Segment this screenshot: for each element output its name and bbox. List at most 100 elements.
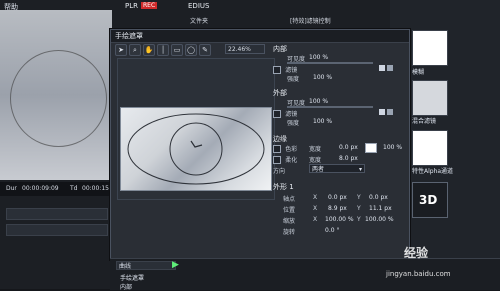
dialog-titlebar: 手绘遮罩 <box>111 30 409 43</box>
edge-color-swatch[interactable] <box>365 143 377 153</box>
mask-properties: 内部 可见度 100 % 滤镜 强度 100 % 外部 可见度 100 % 滤镜… <box>273 44 407 254</box>
timeline-track-1[interactable]: 手绘遮罩 <box>120 273 144 282</box>
timeline-mode[interactable]: 曲线 <box>116 261 176 270</box>
position-y-value[interactable]: 11.1 px <box>369 205 392 212</box>
td-label: Td <box>70 185 78 192</box>
watermark-brand: 经验 <box>404 246 429 260</box>
left-controls <box>0 200 112 260</box>
inner-strength-value[interactable]: 100 % <box>313 74 332 81</box>
edge-width-label: 宽度 <box>309 146 322 153</box>
mask-toolbar: ➤ ⌕ ✋ │ ▭ ◯ ✎ 22.46% <box>115 44 270 56</box>
chevron-down-icon: ▾ <box>358 166 362 173</box>
scale-x-value[interactable]: 100.00 % <box>325 216 354 223</box>
watermark-site: jingyan.baidu.com <box>386 270 451 278</box>
rotate-label: 旋转 <box>283 229 296 236</box>
left-timecode-bar: Dur 00:00:09:09 Td 00:00:15 <box>0 182 112 196</box>
edge-soften-row: 柔化 <box>273 155 297 164</box>
edge-soften-width-label: 宽度 <box>309 157 322 164</box>
outer-filter-row: 滤镜 <box>273 109 297 118</box>
blur-effect-thumb[interactable] <box>412 30 448 66</box>
scale-y-label: Y <box>357 216 361 223</box>
rec-badge: REC <box>141 2 158 9</box>
mix-filter-label: 混合滤镜 <box>412 118 437 125</box>
scale-x-label: X <box>313 216 318 223</box>
hand-tool-icon[interactable]: ✋ <box>143 44 155 56</box>
position-label: 位置 <box>283 207 296 214</box>
outer-folder-icon[interactable] <box>379 109 385 115</box>
outer-strength-value[interactable]: 100 % <box>313 118 332 125</box>
scale-y-value[interactable]: 100.00 % <box>365 216 394 223</box>
hand-drawn-mask-dialog: 手绘遮罩 ➤ ⌕ ✋ │ ▭ ◯ ✎ 22.46% 内部 可见度 100 % 滤… <box>110 29 410 260</box>
td-value: 00:00:15 <box>82 185 109 192</box>
zoom-tool-icon[interactable]: ⌕ <box>129 44 141 56</box>
edge-direction-dropdown[interactable]: 两者 ▾ <box>309 164 365 173</box>
inner-settings-icon[interactable] <box>387 65 393 71</box>
inner-visibility-value[interactable]: 100 % <box>309 54 328 61</box>
blur-effect-label: 模糊 <box>412 69 425 76</box>
outer-strength-label: 强度 <box>287 120 300 127</box>
outer-visibility-value[interactable]: 100 % <box>309 98 328 105</box>
scale-label: 缩放 <box>283 218 296 225</box>
inner-folder-icon[interactable] <box>379 65 385 71</box>
edge-width-value[interactable]: 0.0 px <box>339 144 358 151</box>
left-video-preview <box>0 10 112 180</box>
edge-direction-value: 两者 <box>312 166 325 173</box>
position-y-label: Y <box>357 205 361 212</box>
app-title: EDIUS <box>188 2 210 10</box>
mask-preview <box>120 107 272 191</box>
edge-color-checkbox[interactable] <box>273 145 281 153</box>
transport-bar[interactable] <box>6 208 108 220</box>
shape-title: 外形 1 <box>273 183 294 191</box>
outer-title: 外部 <box>273 89 287 97</box>
zoom-level[interactable]: 22.46% <box>225 44 265 54</box>
timeline-track-2[interactable]: 内部 <box>120 282 132 291</box>
edge-direction-label: 方向 <box>273 168 286 175</box>
outer-filter-label: 滤镜 <box>285 111 298 118</box>
toolbar-row[interactable] <box>6 224 108 236</box>
plr-label: PLR <box>125 2 138 10</box>
edge-soften-width-value[interactable]: 8.0 px <box>339 155 358 162</box>
dialog-title: 手绘遮罩 <box>115 32 143 40</box>
axis-x-label: X <box>313 194 318 201</box>
alpha-thumb[interactable] <box>412 130 448 166</box>
mask-canvas[interactable] <box>117 58 275 200</box>
rectangle-tool-icon[interactable]: ▭ <box>171 44 183 56</box>
inner-filter-label: 滤镜 <box>285 67 298 74</box>
axis-x-value[interactable]: 0.0 px <box>328 194 347 201</box>
3d-thumb[interactable]: 3D <box>412 182 448 218</box>
outer-visibility-slider[interactable] <box>287 106 373 108</box>
inner-strength-label: 强度 <box>287 76 300 83</box>
bin-folder-label: 文件夹 <box>190 18 209 25</box>
axis-y-label: Y <box>357 194 361 201</box>
edge-color-row: 色彩 <box>273 144 297 153</box>
select-tool-icon[interactable]: ➤ <box>115 44 127 56</box>
mix-filter-thumb[interactable] <box>412 80 448 116</box>
alpha-label: 特性Alpha通道 <box>412 168 454 175</box>
edge-soften-checkbox[interactable] <box>273 156 281 164</box>
edge-color-label: 色彩 <box>285 146 298 153</box>
edge-title: 边缘 <box>273 135 287 143</box>
inner-filter-row: 滤镜 <box>273 65 297 74</box>
axis-y-value[interactable]: 0.0 px <box>369 194 388 201</box>
outer-filter-checkbox[interactable] <box>273 110 281 118</box>
edge-percent-value[interactable]: 100 % <box>383 144 402 151</box>
ellipse-overlay <box>10 50 107 147</box>
position-x-value[interactable]: 8.9 px <box>328 205 347 212</box>
rotate-value[interactable]: 0.0 ° <box>325 227 339 234</box>
line-tool-icon[interactable]: │ <box>157 44 169 56</box>
ellipse-tool-icon[interactable]: ◯ <box>185 44 197 56</box>
play-icon[interactable]: ▶ <box>172 261 186 270</box>
3d-label: 3D <box>419 193 438 207</box>
inner-title: 内部 <box>273 45 287 53</box>
effects-clip-label: [特效]滤镜控制 <box>290 18 331 25</box>
dur-label: Dur <box>6 185 17 192</box>
outer-settings-icon[interactable] <box>387 109 393 115</box>
edge-soften-label: 柔化 <box>285 157 298 164</box>
pen-tool-icon[interactable]: ✎ <box>199 44 211 56</box>
dur-value: 00:00:09:09 <box>22 185 59 192</box>
axis-label: 轴点 <box>283 196 296 203</box>
inner-visibility-slider[interactable] <box>287 62 373 64</box>
mask-shapes <box>127 113 265 185</box>
inner-filter-checkbox[interactable] <box>273 66 281 74</box>
position-x-label: X <box>313 205 318 212</box>
